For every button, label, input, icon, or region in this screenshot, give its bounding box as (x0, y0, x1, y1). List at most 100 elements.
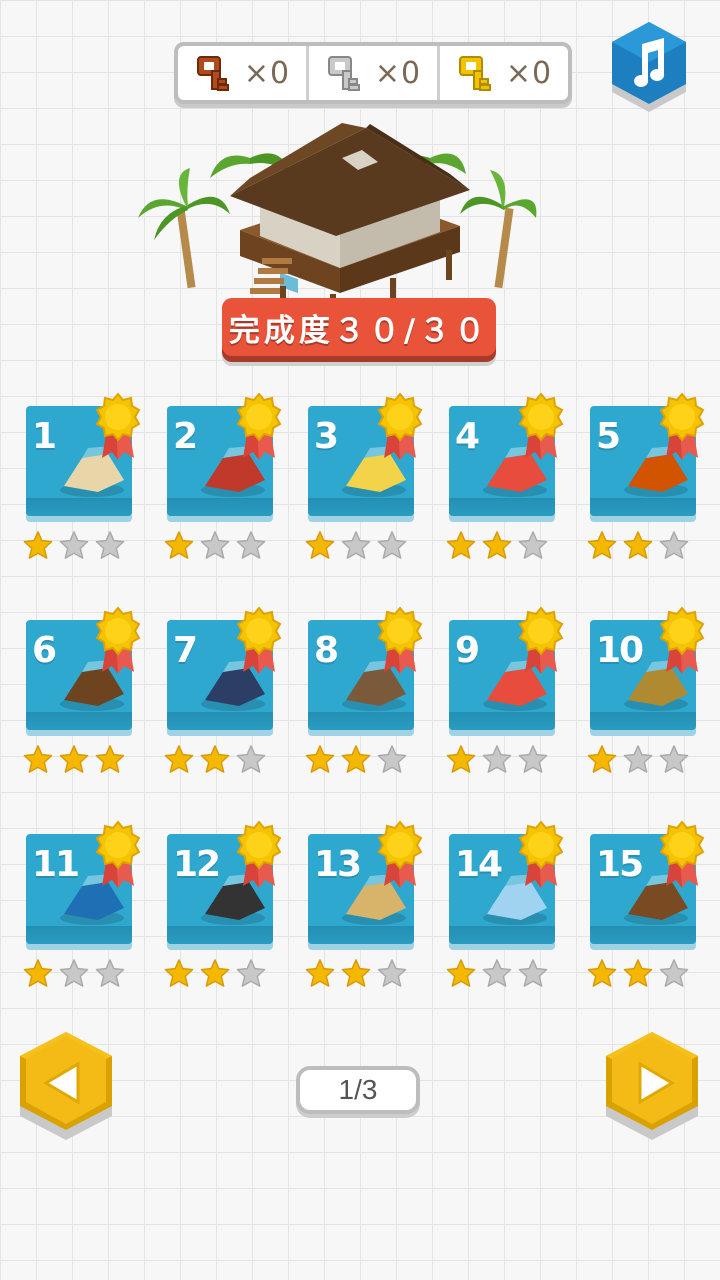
level-11-button[interactable]: 11 (23, 820, 141, 994)
star-rating (445, 958, 549, 988)
star-rating (304, 958, 408, 988)
key-inventory-bar: ×0 ×0 ×0 (174, 42, 572, 104)
star-filled-icon (22, 744, 54, 774)
star-filled-icon (304, 958, 336, 988)
star-filled-icon (481, 530, 513, 560)
star-empty-icon (340, 530, 372, 560)
star-empty-icon (517, 530, 549, 560)
bronze-key-slot: ×0 (178, 46, 306, 100)
page-indicator-label: 1/3 (338, 1074, 378, 1105)
level-14-button[interactable]: 14 (446, 820, 564, 994)
star-filled-icon (445, 744, 477, 774)
beach-hut-illustration (130, 71, 540, 318)
gold-medal-icon (374, 606, 426, 676)
bronze-key-count: ×0 (243, 55, 291, 91)
star-filled-icon (340, 958, 372, 988)
gold-medal-icon (515, 820, 567, 890)
music-note-icon (612, 22, 686, 112)
star-filled-icon (163, 958, 195, 988)
star-rating (445, 744, 549, 774)
completion-label: 完成度３０/３０ (228, 312, 490, 349)
gold-medal-icon (233, 392, 285, 462)
gold-medal-icon (233, 606, 285, 676)
gold-key-icon (456, 53, 496, 93)
level-7-button[interactable]: 7 (164, 606, 282, 780)
level-9-button[interactable]: 9 (446, 606, 564, 780)
level-3-button[interactable]: 3 (305, 392, 423, 566)
star-filled-icon (304, 530, 336, 560)
level-6-button[interactable]: 6 (23, 606, 141, 780)
silver-key-slot: ×0 (306, 46, 437, 100)
star-empty-icon (658, 744, 690, 774)
level-13-button[interactable]: 13 (305, 820, 423, 994)
star-rating (445, 530, 549, 560)
star-empty-icon (235, 530, 267, 560)
star-empty-icon (376, 530, 408, 560)
gold-medal-icon (374, 392, 426, 462)
level-5-button[interactable]: 5 (587, 392, 705, 566)
level-10-button[interactable]: 10 (587, 606, 705, 780)
star-empty-icon (58, 530, 90, 560)
level-8-button[interactable]: 8 (305, 606, 423, 780)
gold-medal-icon (515, 606, 567, 676)
star-empty-icon (517, 958, 549, 988)
star-rating (22, 744, 126, 774)
gold-medal-icon (515, 392, 567, 462)
star-filled-icon (163, 530, 195, 560)
gold-medal-icon (656, 820, 708, 890)
star-empty-icon (94, 958, 126, 988)
star-rating (163, 530, 267, 560)
star-filled-icon (340, 744, 372, 774)
music-toggle-button[interactable] (606, 22, 692, 120)
level-15-button[interactable]: 15 (587, 820, 705, 994)
gold-medal-icon (92, 606, 144, 676)
level-2-button[interactable]: 2 (164, 392, 282, 566)
star-empty-icon (481, 744, 513, 774)
star-filled-icon (22, 958, 54, 988)
star-filled-icon (586, 530, 618, 560)
page-indicator: 1/3 (296, 1066, 420, 1114)
level-4-button[interactable]: 4 (446, 392, 564, 566)
star-empty-icon (376, 744, 408, 774)
star-rating (304, 530, 408, 560)
star-filled-icon (304, 744, 336, 774)
star-rating (163, 744, 267, 774)
arrow-right-icon (606, 1032, 698, 1140)
star-empty-icon (235, 958, 267, 988)
star-empty-icon (517, 744, 549, 774)
star-empty-icon (376, 958, 408, 988)
star-empty-icon (622, 744, 654, 774)
star-filled-icon (22, 530, 54, 560)
previous-page-button[interactable] (14, 1030, 118, 1148)
star-empty-icon (658, 530, 690, 560)
star-filled-icon (199, 744, 231, 774)
bronze-key-icon (194, 53, 234, 93)
star-filled-icon (163, 744, 195, 774)
star-rating (163, 958, 267, 988)
star-empty-icon (94, 530, 126, 560)
star-empty-icon (658, 958, 690, 988)
gold-medal-icon (92, 392, 144, 462)
arrow-left-icon (20, 1032, 112, 1140)
star-filled-icon (94, 744, 126, 774)
star-filled-icon (622, 530, 654, 560)
level-1-button[interactable]: 1 (23, 392, 141, 566)
gold-medal-icon (374, 820, 426, 890)
gold-medal-icon (92, 820, 144, 890)
star-rating (586, 958, 690, 988)
palm-tree-left (138, 168, 230, 289)
level-12-button[interactable]: 12 (164, 820, 282, 994)
star-rating (22, 958, 126, 988)
star-rating (586, 744, 690, 774)
next-page-button[interactable] (600, 1030, 704, 1148)
star-empty-icon (481, 958, 513, 988)
completion-banner: 完成度３０/３０ (222, 298, 496, 356)
star-rating (304, 744, 408, 774)
star-rating (586, 530, 690, 560)
star-filled-icon (199, 958, 231, 988)
star-filled-icon (445, 958, 477, 988)
palm-tree-right (460, 170, 537, 289)
star-filled-icon (58, 744, 90, 774)
gold-key-count: ×0 (505, 55, 553, 91)
star-empty-icon (58, 958, 90, 988)
